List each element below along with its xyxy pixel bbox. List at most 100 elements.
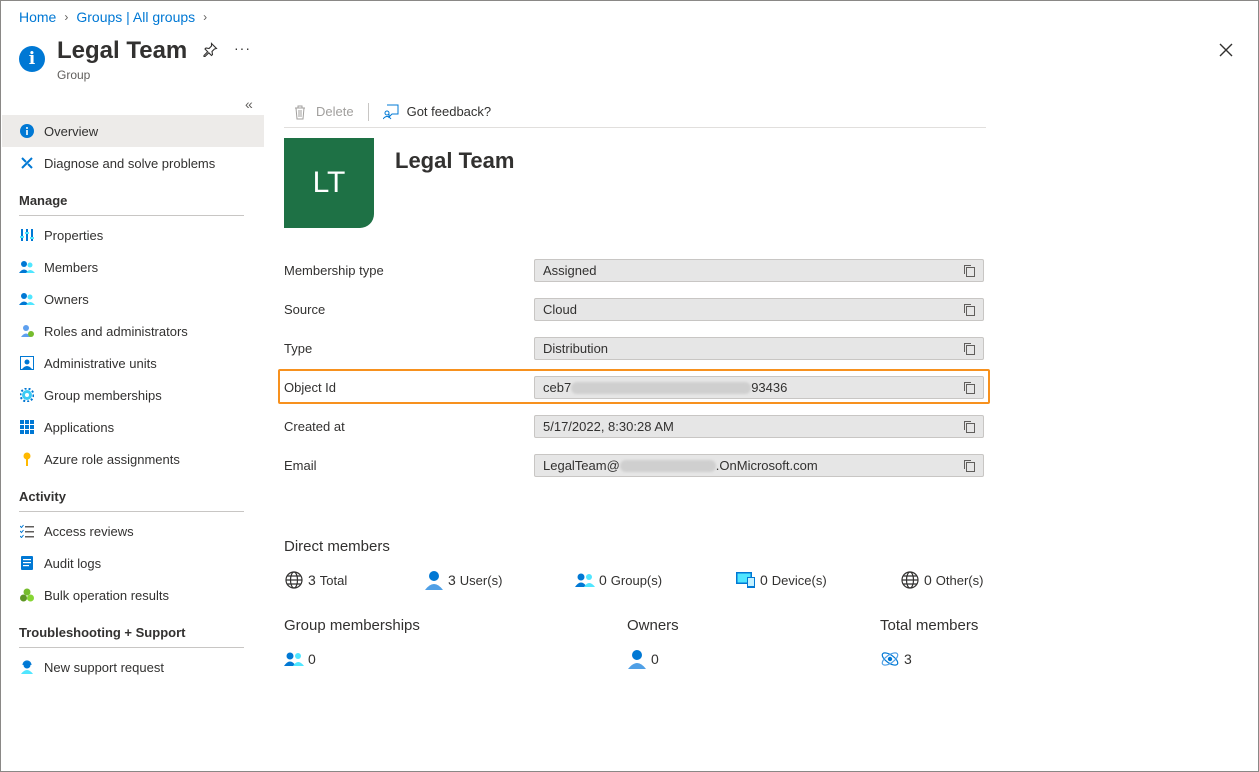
- left-nav: Overview Diagnose and solve problems Man…: [2, 115, 264, 683]
- log-icon: [19, 555, 35, 571]
- delete-button[interactable]: Delete: [284, 104, 362, 120]
- stat-devices-label: Device(s): [771, 572, 827, 588]
- owners-icon: [19, 291, 35, 307]
- total-members-value: 3: [904, 651, 912, 667]
- type-label: Type: [284, 341, 313, 356]
- group-memberships-value: 0: [308, 651, 316, 667]
- applications-icon: [19, 419, 35, 435]
- stat-total[interactable]: 3 Total: [284, 570, 347, 590]
- user-icon: [627, 649, 647, 669]
- nav-item-audit-logs[interactable]: Audit logs: [2, 547, 264, 579]
- email-suffix: .OnMicrosoft.com: [715, 458, 818, 473]
- redacted-text: [619, 459, 716, 472]
- info-icon: i: [19, 46, 45, 72]
- breadcrumb-home[interactable]: Home: [19, 9, 56, 25]
- nav-item-label: Roles and administrators: [44, 323, 188, 339]
- owners-count[interactable]: 0: [627, 649, 663, 669]
- direct-members-title: Direct members: [284, 538, 390, 555]
- gear-icon: [19, 387, 35, 403]
- delete-label: Delete: [316, 104, 354, 119]
- nav-section-manage: Manage: [19, 193, 68, 208]
- group-memberships-title: Group memberships: [284, 617, 420, 634]
- nav-item-bulk-ops[interactable]: Bulk operation results: [2, 579, 264, 611]
- feedback-label: Got feedback?: [406, 104, 492, 119]
- divider: [19, 647, 244, 648]
- nav-item-overview[interactable]: Overview: [2, 115, 264, 147]
- device-icon: [736, 570, 756, 590]
- nav-item-owners[interactable]: Owners: [2, 283, 264, 315]
- key-icon: [19, 451, 35, 467]
- stat-others[interactable]: 0 Other(s): [900, 570, 983, 590]
- roles-icon: [19, 323, 35, 339]
- entity-name: Legal Team: [395, 148, 515, 173]
- stat-groups-value: 0: [599, 572, 607, 588]
- copy-icon[interactable]: [963, 342, 976, 355]
- type-field: Distribution: [534, 337, 984, 360]
- pin-icon[interactable]: [202, 42, 218, 58]
- email-label: Email: [284, 458, 317, 473]
- members-icon: [19, 259, 35, 275]
- nav-item-diagnose[interactable]: Diagnose and solve problems: [2, 147, 264, 179]
- stat-users-label: User(s): [459, 572, 503, 588]
- stat-devices[interactable]: 0 Device(s): [736, 570, 827, 590]
- email-field: LegalTeam@ .OnMicrosoft.com: [534, 454, 984, 477]
- stat-total-label: Total: [319, 572, 348, 588]
- breadcrumb-groups[interactable]: Groups | All groups: [76, 9, 195, 25]
- stat-users[interactable]: 3 User(s): [424, 570, 502, 590]
- copy-icon[interactable]: [963, 420, 976, 433]
- nav-item-label: Group memberships: [44, 387, 162, 403]
- stat-groups-label: Group(s): [610, 572, 663, 588]
- nav-item-label: Members: [44, 259, 99, 275]
- source-label: Source: [284, 302, 326, 317]
- created-field: 5/17/2022, 8:30:28 AM: [534, 415, 984, 438]
- more-options-button[interactable]: ···: [234, 40, 251, 56]
- nav-item-support-request[interactable]: New support request: [2, 651, 264, 683]
- nav-item-label: Administrative units: [44, 355, 157, 371]
- group-memberships-count[interactable]: 0: [284, 649, 320, 669]
- command-bar: Delete Got feedback?: [284, 96, 986, 128]
- copy-icon[interactable]: [963, 459, 976, 472]
- group-icon: [284, 649, 304, 669]
- nav-item-label: Access reviews: [44, 523, 134, 539]
- stat-groups[interactable]: 0 Group(s): [575, 570, 662, 590]
- nav-item-properties[interactable]: Properties: [2, 219, 264, 251]
- toolbar-divider: [367, 102, 369, 121]
- nav-item-access-reviews[interactable]: Access reviews: [2, 515, 264, 547]
- nav-item-azure-roles[interactable]: Azure role assignments: [2, 443, 264, 475]
- wrench-icon: [19, 155, 35, 171]
- created-label: Created at: [284, 419, 345, 434]
- nav-item-admin-units[interactable]: Administrative units: [2, 347, 264, 379]
- email-prefix: LegalTeam@: [543, 458, 620, 473]
- copy-icon[interactable]: [963, 264, 976, 277]
- user-icon: [424, 570, 444, 590]
- support-icon: [19, 659, 35, 675]
- owners-title: Owners: [627, 617, 679, 634]
- total-members-count[interactable]: 3: [880, 649, 916, 669]
- nav-item-applications[interactable]: Applications: [2, 411, 264, 443]
- copy-icon[interactable]: [963, 303, 976, 316]
- bulk-icon: [19, 587, 35, 603]
- checklist-icon: [19, 523, 35, 539]
- source-value: Cloud: [543, 302, 577, 317]
- chevron-right-icon: ›: [203, 10, 208, 24]
- nav-item-label: Owners: [44, 291, 89, 307]
- info-icon: [19, 123, 35, 139]
- feedback-button[interactable]: Got feedback?: [375, 104, 500, 120]
- collapse-nav-button[interactable]: «: [245, 96, 253, 112]
- nav-item-members[interactable]: Members: [2, 251, 264, 283]
- group-icon: [575, 570, 595, 590]
- page-subtitle: Group: [57, 68, 91, 82]
- stat-users-value: 3: [448, 572, 456, 588]
- nav-item-label: Properties: [44, 227, 104, 243]
- stat-others-label: Other(s): [935, 572, 984, 588]
- nav-item-group-memberships[interactable]: Group memberships: [2, 379, 264, 411]
- nav-item-roles[interactable]: Roles and administrators: [2, 315, 264, 347]
- membership-type-value: Assigned: [543, 263, 597, 278]
- object-id-highlight: [278, 369, 990, 404]
- owners-value: 0: [651, 651, 659, 667]
- nav-item-label: Audit logs: [44, 555, 102, 571]
- divider: [19, 511, 244, 512]
- close-icon[interactable]: [1216, 40, 1236, 60]
- total-members-title: Total members: [880, 617, 979, 634]
- feedback-icon: [382, 104, 399, 119]
